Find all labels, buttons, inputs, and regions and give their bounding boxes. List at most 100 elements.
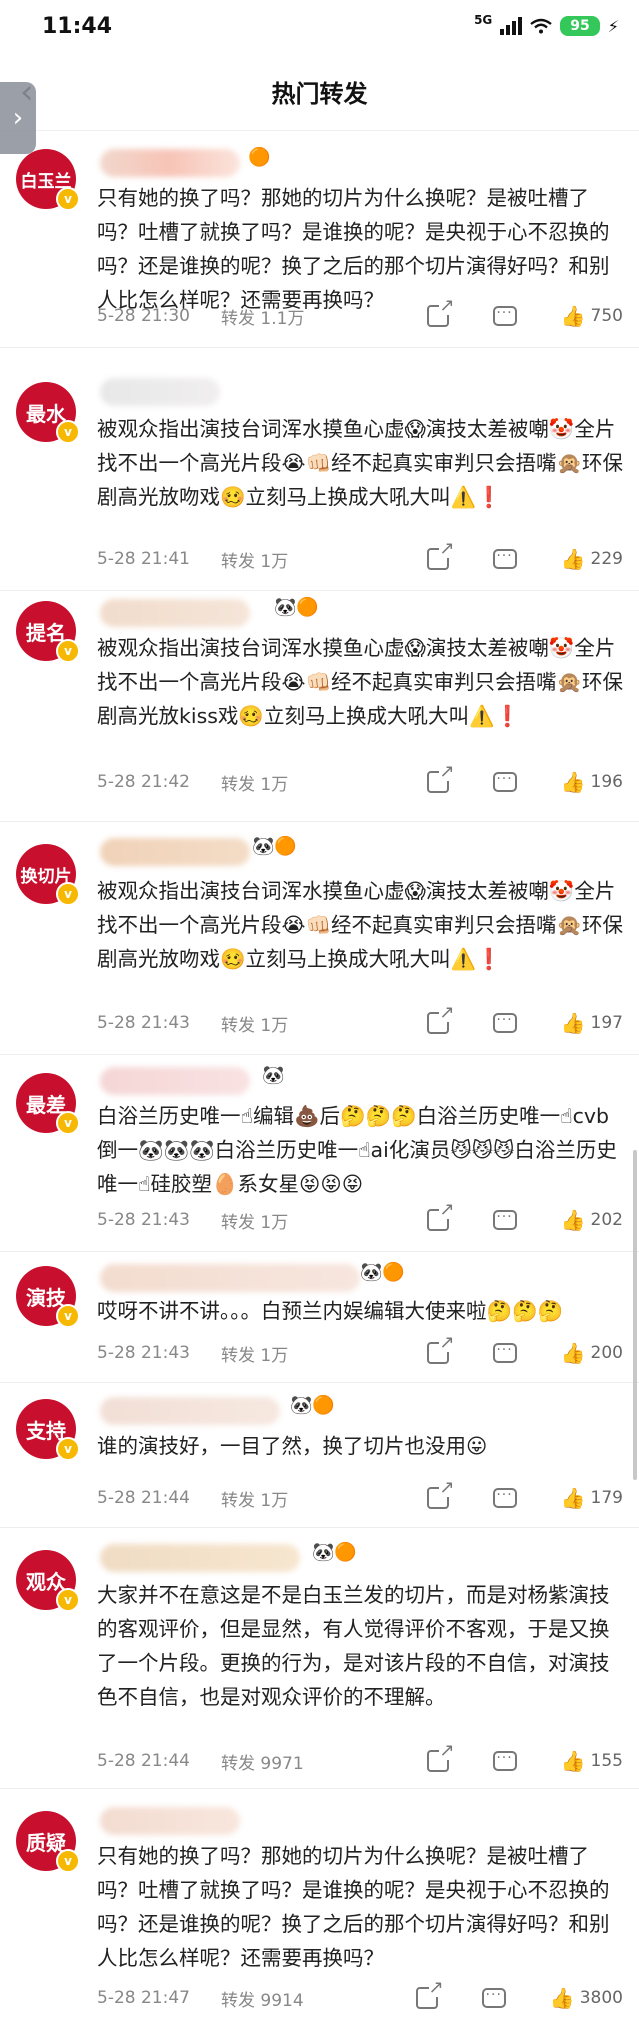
avatar[interactable]: 支持 v [16, 1399, 80, 1461]
share-icon[interactable] [426, 1334, 455, 1364]
badge-icon: 🐼 [262, 1065, 285, 1086]
username-blurred[interactable] [100, 1807, 240, 1835]
badge-icon: 🟠 [248, 147, 271, 168]
side-expand-button[interactable]: › [0, 82, 36, 154]
repost-text: 白浴兰历史唯一☝编辑💩后🤔🤔🤔白浴兰历史唯一☝cvb倒一🐼🐼🐼白浴兰历史唯一☝a… [97, 1104, 617, 1196]
share-icon[interactable] [426, 540, 455, 570]
username-blurred[interactable] [100, 149, 240, 177]
share-icon[interactable] [426, 1742, 455, 1772]
repost-meta: 5-28 21:42 转发 1万 ··· 👍196 [97, 763, 623, 797]
badge-icon: 🐼🟠 [274, 597, 319, 618]
like-icon: 👍 [560, 770, 586, 794]
like-button[interactable]: 👍 202 [561, 1209, 623, 1231]
timestamp: 5-28 21:43 [97, 1210, 190, 1230]
username-blurred[interactable] [100, 1067, 250, 1095]
share-icon[interactable] [426, 297, 455, 327]
comment-icon[interactable]: ··· [481, 1988, 506, 2008]
list-item[interactable]: 演技 v 🐼🟠 哎呀不讲不讲。。。白预兰内娱编辑大使来啦🤔🤔🤔 5-28 21:4… [0, 1252, 639, 1383]
like-count: 202 [590, 1210, 623, 1230]
list-item[interactable]: 换切片 v 🐼🟠 被观众指出演技台词浑水摸鱼心虚😱演技太差被嘲🤡全片找不出一个高光… [0, 822, 639, 1055]
avatar[interactable]: 换切片 v [16, 844, 80, 906]
comment-icon[interactable]: ··· [492, 306, 517, 326]
username-blurred[interactable] [100, 1397, 280, 1425]
avatar[interactable]: 演技 v [16, 1266, 80, 1328]
like-button[interactable]: 👍 197 [561, 1012, 623, 1034]
repost-meta: 5-28 21:41 转发 1万 ··· 👍229 [97, 540, 623, 574]
timestamp: 5-28 21:43 [97, 1013, 190, 1033]
timestamp: 5-28 21:41 [97, 549, 190, 569]
badge-icon: 🐼🟠 [360, 1262, 405, 1283]
like-icon: 👍 [560, 547, 586, 571]
comment-icon[interactable]: ··· [492, 1488, 517, 1508]
list-item[interactable]: 最水 v 被观众指出演技台词浑水摸鱼心虚😱演技太差被嘲🤡全片找不出一个高光片段😭👊… [0, 348, 639, 591]
scrollbar[interactable] [633, 1150, 637, 1480]
avatar[interactable]: 质疑 v [16, 1811, 80, 1873]
list-item[interactable]: 提名 v 🐼🟠 被观众指出演技台词浑水摸鱼心虚😱演技太差被嘲🤡全片找不出一个高光片… [0, 591, 639, 822]
like-button[interactable]: 👍 750 [561, 305, 623, 327]
timestamp: 5-28 21:47 [97, 1988, 190, 2008]
repost-text: 只有她的换了吗？那她的切片为什么换呢？是被吐槽了吗？吐槽了就换了吗？是谁换的呢？… [97, 1844, 610, 1970]
list-item[interactable]: 支持 v 🐼🟠 谁的演技好，一目了然，换了切片也没用😛 5-28 21:44 转发… [0, 1383, 639, 1528]
like-button[interactable]: 👍 179 [561, 1487, 623, 1509]
avatar[interactable]: 白玉兰 v [16, 149, 80, 211]
repost-meta: 5-28 21:44 转发 1万 ··· 👍179 [97, 1479, 623, 1513]
username-blurred[interactable] [100, 378, 220, 406]
like-button[interactable]: 👍 200 [561, 1342, 623, 1364]
repost-count: 转发 9914 [221, 1990, 304, 2011]
comment-icon[interactable]: ··· [492, 1751, 517, 1771]
timestamp: 5-28 21:44 [97, 1751, 190, 1771]
like-button[interactable]: 👍 155 [561, 1750, 623, 1772]
share-icon[interactable] [426, 1004, 455, 1034]
verified-badge-icon: v [56, 420, 80, 444]
like-count: 196 [590, 772, 623, 792]
like-button[interactable]: 👍 229 [561, 548, 623, 570]
like-icon: 👍 [560, 1208, 586, 1232]
share-icon[interactable] [426, 763, 455, 793]
username-blurred[interactable] [100, 1544, 300, 1572]
avatar[interactable]: 最水 v [16, 382, 80, 444]
username-blurred[interactable] [100, 599, 250, 627]
timestamp: 5-28 21:42 [97, 772, 190, 792]
share-icon[interactable] [426, 1479, 455, 1509]
verified-badge-icon: v [56, 1437, 80, 1461]
repost-list: 白玉兰 v 🟠 只有她的换了吗？那她的切片为什么换呢？是被吐槽了吗？吐槽了就换了吗… [0, 131, 639, 2025]
timestamp: 5-28 21:43 [97, 1343, 190, 1363]
like-count: 197 [590, 1013, 623, 1033]
username-blurred[interactable] [100, 1264, 360, 1292]
avatar[interactable]: 提名 v [16, 601, 80, 663]
comment-icon[interactable]: ··· [492, 1210, 517, 1230]
like-icon: 👍 [560, 1341, 586, 1365]
battery-icon: 95 [560, 16, 600, 36]
like-button[interactable]: 👍 3800 [550, 1987, 623, 2009]
comment-icon[interactable]: ··· [492, 772, 517, 792]
like-count: 155 [590, 1751, 623, 1771]
header: ‹ 热门转发 [0, 56, 639, 131]
status-time: 11:44 [42, 14, 113, 39]
verified-badge-icon: v [56, 1849, 80, 1873]
repost-meta: 5-28 21:43 转发 1万 ··· 👍197 [97, 1004, 623, 1038]
list-item[interactable]: 观众 v 🐼🟠 大家并不在意这是不是白玉兰发的切片，而是对杨紫演技的客观评价，但是… [0, 1528, 639, 1789]
page-title: 热门转发 [271, 80, 368, 108]
avatar[interactable]: 观众 v [16, 1550, 80, 1612]
list-item[interactable]: 最差 v 🐼 白浴兰历史唯一☝编辑💩后🤔🤔🤔白浴兰历史唯一☝cvb倒一🐼🐼🐼白浴兰… [0, 1055, 639, 1252]
comment-icon[interactable]: ··· [492, 1343, 517, 1363]
verified-badge-icon: v [56, 882, 80, 906]
repost-count: 转发 1.1万 [221, 308, 305, 329]
like-icon: 👍 [560, 1486, 586, 1510]
avatar[interactable]: 最差 v [16, 1073, 80, 1135]
comment-icon[interactable]: ··· [492, 1013, 517, 1033]
comment-icon[interactable]: ··· [492, 549, 517, 569]
share-icon[interactable] [426, 1201, 455, 1231]
repost-meta: 5-28 21:43 转发 1万 ··· 👍200 [97, 1334, 623, 1368]
share-icon[interactable] [415, 1979, 444, 2009]
wifi-icon [530, 18, 553, 34]
repost-meta: 5-28 21:43 转发 1万 ··· 👍202 [97, 1201, 623, 1235]
repost-count: 转发 1万 [221, 1490, 289, 1511]
verified-badge-icon: v [56, 639, 80, 663]
username-blurred[interactable] [100, 838, 250, 866]
repost-text: 大家并不在意这是不是白玉兰发的切片，而是对杨紫演技的客观评价，但是显然，有人觉得… [97, 1583, 610, 1709]
list-item[interactable]: 白玉兰 v 🟠 只有她的换了吗？那她的切片为什么换呢？是被吐槽了吗？吐槽了就换了吗… [0, 131, 639, 348]
like-button[interactable]: 👍 196 [561, 771, 623, 793]
list-item[interactable]: 质疑 v 只有她的换了吗？那她的切片为什么换呢？是被吐槽了吗？吐槽了就换了吗？是谁… [0, 1789, 639, 2025]
badge-icon: 🐼🟠 [312, 1542, 357, 1563]
